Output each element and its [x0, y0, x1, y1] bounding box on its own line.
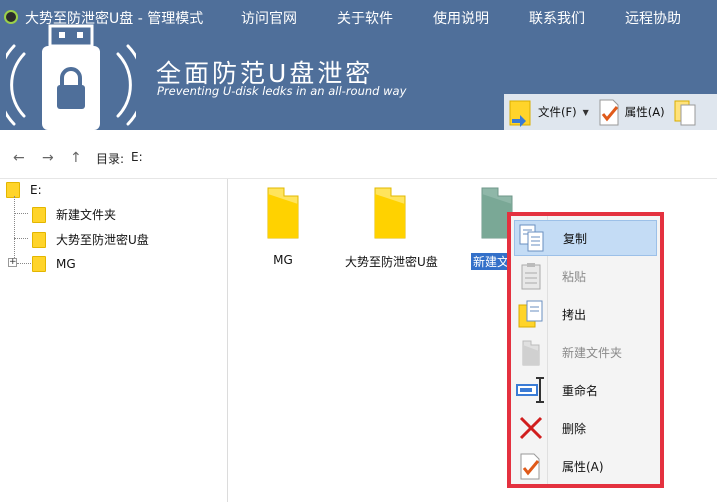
file-item-usb-disk[interactable]: 大势至防泄密U盘 [345, 184, 438, 270]
folder-tree [0, 179, 228, 502]
menu-item-delete[interactable]: 删除 [514, 410, 657, 446]
menu-label: 复制 [563, 231, 588, 246]
path-value[interactable]: E: [131, 150, 143, 164]
copy-files-icon [674, 100, 696, 126]
menu-instructions[interactable]: 使用说明 [433, 8, 489, 28]
tree-connector [14, 196, 15, 264]
tree-connector [17, 263, 31, 264]
menu-item-rename[interactable]: 重命名 [514, 372, 657, 408]
tree-item-new-folder[interactable]: 新建文件夹 [32, 206, 116, 223]
export-icon [518, 300, 543, 328]
menu-item-new-folder[interactable]: 新建文件夹 [514, 334, 657, 370]
menu-label: 重命名 [562, 383, 599, 398]
menu-item-copy[interactable]: 复制 [514, 220, 657, 256]
slogan-english: Preventing U-disk ledks in an all-round … [157, 84, 407, 98]
file-menu-button[interactable]: 文件(F) ▼ [504, 94, 593, 130]
menu-contact[interactable]: 联系我们 [529, 8, 585, 28]
file-menu-label: 文件(F) [538, 105, 577, 119]
menu-visit-website[interactable]: 访问官网 [241, 8, 297, 28]
menu-item-paste[interactable]: 粘贴 [514, 258, 657, 294]
menu-label: 属性(A) [562, 459, 604, 474]
chevron-down-icon: ▼ [582, 107, 589, 117]
properties-button[interactable]: 属性(A) [593, 94, 669, 130]
tree-item-label: MG [56, 257, 76, 271]
file-name: 大势至防泄密U盘 [345, 255, 438, 269]
menu-label: 粘贴 [562, 269, 587, 284]
folder-icon [374, 187, 406, 239]
folder-icon [32, 256, 46, 272]
tree-root-label: E: [30, 183, 42, 197]
menu-label: 新建文件夹 [562, 345, 623, 360]
tree-connector [14, 213, 28, 214]
menu-item-properties[interactable]: 属性(A) [514, 448, 657, 484]
folder-icon [267, 187, 299, 239]
copy-icon [519, 224, 544, 252]
file-item-mg[interactable]: MG [238, 184, 328, 267]
tree-connector [14, 238, 28, 239]
tree-item-label: 新建文件夹 [56, 208, 117, 222]
tree-item-label: 大势至防泄密U盘 [56, 233, 149, 247]
menu-label: 拷出 [562, 307, 587, 322]
folder-icon [6, 182, 20, 198]
menu-remote-assist[interactable]: 远程协助 [625, 8, 681, 28]
properties-label: 属性(A) [624, 105, 665, 119]
path-label: 目录: [96, 152, 125, 166]
menu-label: 删除 [562, 421, 587, 436]
rename-icon [516, 377, 544, 403]
back-arrow-icon[interactable]: ← [13, 150, 25, 166]
tree-item-mg[interactable]: MG [32, 256, 76, 272]
delete-icon [519, 416, 543, 440]
menu-item-export[interactable]: 拷出 [514, 296, 657, 332]
properties-icon [599, 99, 619, 126]
header-toolbar: 文件(F) ▼ 属性(A) [504, 94, 717, 130]
menu-about[interactable]: 关于软件 [337, 8, 393, 28]
paste-icon [521, 263, 541, 290]
forward-arrow-icon[interactable]: → [42, 150, 54, 166]
tree-root-e[interactable]: E: [6, 182, 42, 198]
context-menu: 复制 粘贴 拷出 新建文件夹 重命名 删除 属性(A) [507, 212, 664, 488]
usb-lock-logo-icon [6, 24, 136, 130]
top-menu: 访问官网 关于软件 使用说明 联系我们 远程协助 [241, 8, 717, 28]
up-arrow-icon[interactable]: ↑ [70, 150, 82, 166]
new-folder-icon [522, 340, 540, 366]
app-icon [4, 10, 18, 24]
folder-arrow-icon [509, 100, 531, 127]
file-name: MG [273, 253, 293, 267]
folder-icon [32, 231, 46, 248]
properties-icon [520, 453, 540, 480]
more-tool-button[interactable] [669, 94, 701, 130]
folder-icon [32, 206, 46, 223]
expand-toggle[interactable]: + [8, 258, 17, 267]
tree-item-usb-disk[interactable]: 大势至防泄密U盘 [32, 231, 149, 248]
app-header: 大势至防泄密U盘 - 管理模式 访问官网 关于软件 使用说明 联系我们 远程协助… [0, 0, 717, 130]
